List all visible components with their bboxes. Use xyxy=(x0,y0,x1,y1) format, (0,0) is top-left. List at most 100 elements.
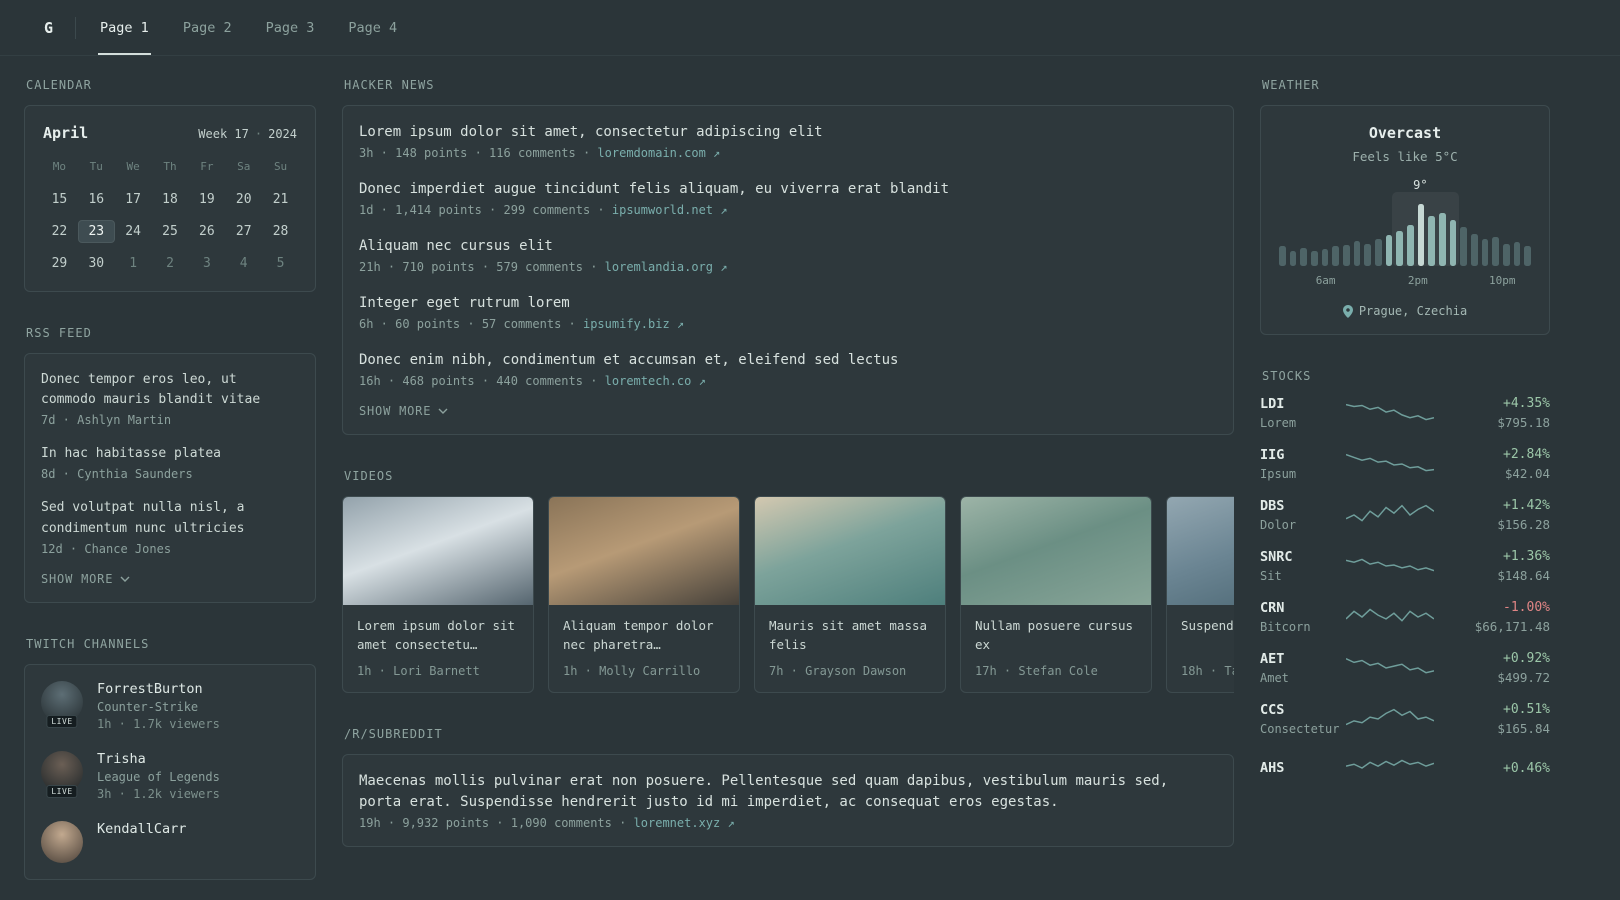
stock-row[interactable]: AHS +0.46% xyxy=(1260,753,1550,783)
post-domain-link[interactable]: ipsumify.biz xyxy=(583,317,677,331)
right-column: WEATHER Overcast Feels like 5°C 9° 6am 2p… xyxy=(1260,78,1550,817)
stock-values: +0.92% $499.72 xyxy=(1434,651,1550,685)
video-meta: 17h · Stefan Cole xyxy=(975,664,1098,678)
rss-item-title[interactable]: Donec tempor eros leo, ut commodo mauris… xyxy=(41,370,299,410)
stock-change: +1.36% xyxy=(1503,549,1550,564)
topbar-tab[interactable]: Page 2 xyxy=(181,0,234,55)
stock-row[interactable]: IIG Ipsum +2.84% $42.04 xyxy=(1260,447,1550,481)
video-thumbnail[interactable] xyxy=(549,497,739,605)
calendar-day[interactable]: 19 xyxy=(188,188,225,211)
rss-list: Donec tempor eros leo, ut commodo mauris… xyxy=(41,370,299,556)
post-title[interactable]: Donec enim nibh, condimentum et accumsan… xyxy=(359,350,1217,371)
calendar-day[interactable]: 15 xyxy=(41,188,78,211)
show-more-button[interactable]: SHOW MORE xyxy=(359,404,1217,418)
main-content: CALENDAR April Week 17 · 2024 Mo Tu We Th Fr… xyxy=(0,56,1620,900)
stock-row[interactable]: DBS Dolor +1.42% $156.28 xyxy=(1260,498,1550,532)
calendar-day[interactable]: 20 xyxy=(225,188,262,211)
calendar-day[interactable]: 28 xyxy=(262,220,299,243)
topbar-tab[interactable]: Page 3 xyxy=(264,0,317,55)
stock-change: +0.92% xyxy=(1503,651,1550,666)
video-title[interactable]: Suspendisse diam xyxy=(1181,617,1234,655)
topbar-tab[interactable]: Page 4 xyxy=(346,0,399,55)
videos-section: VIDEOS Lorem ipsum dolor sit amet consec… xyxy=(342,469,1234,693)
post-domain-link[interactable]: loremtech.co xyxy=(605,374,699,388)
stock-sparkline xyxy=(1346,558,1434,572)
twitch-section: TWITCH CHANNELS LIVE ForrestBurton Counter… xyxy=(24,637,316,880)
rss-item: Donec tempor eros leo, ut commodo mauris… xyxy=(41,370,299,427)
calendar-day-header: Fr xyxy=(200,160,214,173)
external-link-icon: ↗ xyxy=(713,146,721,160)
video-card[interactable]: Nullam posuere cursus ex 17h · Stefan Col… xyxy=(960,496,1152,693)
post-title[interactable]: Donec imperdiet augue tincidunt felis al… xyxy=(359,179,1217,200)
post-domain-link[interactable]: loremnet.xyz xyxy=(634,816,728,830)
video-thumbnail[interactable] xyxy=(343,497,533,605)
video-title[interactable]: Lorem ipsum dolor sit amet consectetu… xyxy=(357,617,519,655)
calendar-day[interactable]: 22 xyxy=(41,220,78,243)
stock-row[interactable]: SNRC Sit +1.36% $148.64 xyxy=(1260,549,1550,583)
channel-name[interactable]: KendallCarr xyxy=(97,821,186,837)
app-logo[interactable]: G xyxy=(44,19,53,37)
live-badge: LIVE xyxy=(46,714,78,728)
video-card[interactable]: Mauris sit amet massa felis 7h · Grayson … xyxy=(754,496,946,693)
post-domain-link[interactable]: ipsumworld.net xyxy=(612,203,720,217)
stock-price: $42.04 xyxy=(1504,466,1550,481)
stock-row[interactable]: LDI Lorem +4.35% $795.18 xyxy=(1260,396,1550,430)
post-title[interactable]: Aliquam nec cursus elit xyxy=(359,236,1217,257)
calendar-day[interactable]: 17 xyxy=(115,188,152,211)
video-thumbnail[interactable] xyxy=(1167,497,1234,605)
channel-name[interactable]: ForrestBurton xyxy=(97,681,220,697)
video-thumbnail[interactable] xyxy=(755,497,945,605)
twitch-channel-row[interactable]: LIVE ForrestBurton Counter-Strike 1h · 1.7k… xyxy=(41,680,299,731)
calendar-day[interactable]: 26 xyxy=(188,220,225,243)
calendar-day[interactable]: 4 xyxy=(225,252,262,275)
weather-bar xyxy=(1524,246,1532,266)
video-card[interactable]: Aliquam tempor dolor nec pharetra… 1h · M… xyxy=(548,496,740,693)
video-title[interactable]: Aliquam tempor dolor nec pharetra… xyxy=(563,617,725,655)
calendar-day[interactable]: 2 xyxy=(152,252,189,275)
calendar-day[interactable]: 16 xyxy=(78,188,115,211)
topbar-tab[interactable]: Page 1 xyxy=(98,0,151,55)
post-title[interactable]: Integer eget rutrum lorem xyxy=(359,293,1217,314)
post-meta: 19h · 9,932 points · 1,090 comments · lo… xyxy=(359,816,1217,830)
stock-row[interactable]: AET Amet +0.92% $499.72 xyxy=(1260,651,1550,685)
calendar-day[interactable]: 1 xyxy=(115,252,152,275)
calendar-day[interactable]: 25 xyxy=(152,220,189,243)
video-title[interactable]: Mauris sit amet massa felis xyxy=(769,617,931,655)
avatar: LIVE xyxy=(41,680,83,728)
calendar-day[interactable]: 24 xyxy=(115,220,152,243)
stock-row[interactable]: CRN Bitcorn -1.00% $66,171.48 xyxy=(1260,600,1550,634)
rss-item-title[interactable]: In hac habitasse platea xyxy=(41,444,299,464)
stock-row[interactable]: CCS Consectetur +0.51% $165.84 xyxy=(1260,702,1550,736)
stock-values: +1.36% $148.64 xyxy=(1434,549,1550,583)
twitch-channel-row[interactable]: LIVE Trisha League of Legends 3h · 1.2k vie… xyxy=(41,750,299,801)
show-more-button[interactable]: SHOW MORE xyxy=(41,572,299,586)
stock-symbol: IIG xyxy=(1260,447,1285,463)
post-domain-link[interactable]: loremlandia.org xyxy=(605,260,721,274)
calendar-day[interactable]: 29 xyxy=(41,252,78,275)
live-badge: LIVE xyxy=(46,784,78,798)
video-card-body: Suspendisse diam 18h · Tara xyxy=(1167,605,1234,692)
calendar-day[interactable]: 23 xyxy=(77,220,115,243)
rss-item-title[interactable]: Sed volutpat nulla nisl, a condimentum n… xyxy=(41,498,299,538)
calendar-day[interactable]: 18 xyxy=(152,188,189,211)
post-title[interactable]: Maecenas mollis pulvinar erat non posuer… xyxy=(359,771,1217,813)
video-thumbnail[interactable] xyxy=(961,497,1151,605)
post-title[interactable]: Lorem ipsum dolor sit amet, consectetur … xyxy=(359,122,1217,143)
video-card[interactable]: Lorem ipsum dolor sit amet consectetu… 1h… xyxy=(342,496,534,693)
weather-location: Prague, Czechia xyxy=(1358,304,1468,318)
calendar-day[interactable]: 3 xyxy=(188,252,225,275)
subreddit-section: /R/SUBREDDIT Maecenas mollis pulvinar er… xyxy=(342,727,1234,847)
channel-name[interactable]: Trisha xyxy=(97,751,220,767)
dot-separator: · xyxy=(254,127,263,141)
video-card[interactable]: Suspendisse diam 18h · Tara xyxy=(1166,496,1234,693)
stocks-list: LDI Lorem +4.35% $795.18 IIG Ipsum +2.84% $42.0… xyxy=(1260,396,1550,783)
post-domain-link[interactable]: loremdomain.com xyxy=(597,146,713,160)
calendar-day[interactable]: 27 xyxy=(225,220,262,243)
twitch-channel-row[interactable]: KendallCarr xyxy=(41,820,299,863)
calendar-year: 2024 xyxy=(268,127,297,141)
calendar-day[interactable]: 30 xyxy=(78,252,115,275)
calendar-day[interactable]: 21 xyxy=(262,188,299,211)
calendar-day[interactable]: 5 xyxy=(262,252,299,275)
video-title[interactable]: Nullam posuere cursus ex xyxy=(975,617,1137,655)
post-meta: 6h · 60 points · 57 comments · ipsumify.… xyxy=(359,317,1217,331)
